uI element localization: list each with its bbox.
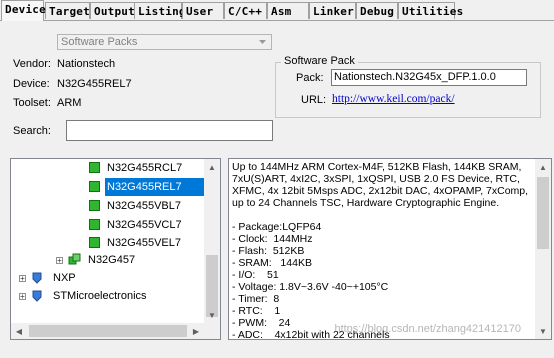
scroll-left-icon[interactable]: ◀ [11,323,27,339]
tab-debug[interactable]: Debug [356,2,398,19]
scroll-right-icon[interactable]: ▶ [188,323,204,339]
software-pack-title: Software Pack [281,55,358,67]
pack-value: Nationstech.N32G45x_DFP.1.0.0 [331,69,527,86]
scroll-down-icon[interactable]: ▼ [204,307,220,323]
tab-device[interactable]: Device [1,0,46,21]
chip-icon [89,219,100,230]
description-vertical-scrollbar[interactable]: ▲ ▼ [535,159,551,339]
chip-icon [89,237,100,248]
tab-c-cpp[interactable]: C/C++ [224,2,267,19]
chip-icon [89,181,100,192]
description-text: Up to 144MHz ARM Cortex-M4F, 512KB Flash… [232,161,534,339]
tree-node-label: N32G455REL7 [105,178,210,196]
spec-line: - Clock: 144MHz [232,233,313,245]
scroll-up-icon[interactable]: ▲ [204,159,220,175]
spec-line: - I/O: 51 [232,269,279,281]
expand-icon[interactable]: + [19,293,26,301]
device-database-select[interactable]: Software Packs [57,34,272,50]
tab-target[interactable]: Target [45,2,90,19]
tree-node-label: N32G457 [88,254,136,266]
tree-node-label: N32G455RCL7 [107,162,183,174]
tree-node-label: N32G455VEL7 [107,237,181,249]
tree-node-label: N32G455VCL7 [107,219,182,231]
spec-line: - SRAM: 144KB [232,257,312,269]
device-value: N32G455REL7 [57,78,132,90]
description-summary: Up to 144MHz ARM Cortex-M4F, 512KB Flash… [232,161,529,209]
device-description: Up to 144MHz ARM Cortex-M4F, 512KB Flash… [228,158,552,340]
tree-horizontal-scrollbar[interactable]: ◀ ▶ [11,323,204,339]
spec-line: - Flash: 512KB [232,245,305,257]
toolset-label: Toolset: [13,97,51,109]
device-label: Device: [13,78,50,90]
expand-icon[interactable]: + [19,275,26,283]
spec-line: - Package:LQFP64 [232,221,322,233]
watermark: https://blog.csdn.net/zhang421412170 [334,323,521,335]
expand-icon[interactable]: + [56,257,63,265]
tree-node-label: STMicroelectronics [53,290,147,302]
spec-line: - RTC: 1 [232,305,281,317]
chip-icon [89,162,100,173]
search-label: Search: [13,125,51,137]
toolset-value: ARM [57,97,82,109]
tree-node-label: NXP [53,272,76,284]
pack-label: Pack: [296,72,324,84]
vendor-value: Nationstech [57,58,116,70]
vendor-icon [32,290,42,308]
url-label: URL: [301,94,327,106]
search-input[interactable] [66,120,273,141]
pack-url-link[interactable]: http://www.keil.com/pack/ [332,93,455,105]
scroll-corner [204,323,220,339]
device-database-value: Software Packs [61,36,138,48]
tab-linker[interactable]: Linker [309,2,356,19]
vendor-icon [32,272,42,290]
scroll-thumb[interactable] [29,325,187,337]
chevron-down-icon[interactable] [255,36,270,48]
tree-node-label: N32G455VBL7 [107,200,181,212]
tab-user[interactable]: User [182,2,224,19]
scroll-up-icon[interactable]: ▲ [535,159,551,175]
spec-line: - Voltage: 1.8V~3.6V -40~+105°C [232,281,389,293]
tab-bar: Device Target Output Listing User C/C++ … [0,0,554,21]
tab-asm[interactable]: Asm [267,2,309,19]
scroll-down-icon[interactable]: ▼ [535,323,551,339]
tab-listing[interactable]: Listing [134,2,186,19]
spec-line: - Timer: 8 [232,293,280,305]
chip-icon [89,200,100,211]
device-tree[interactable]: N32G455RCL7 N32G455REL7 N32G455VBL7 N32G… [10,158,221,340]
tab-utilities[interactable]: Utilities [398,2,463,19]
chip-family-icon [68,253,82,267]
tree-vertical-scrollbar[interactable]: ▲ ▼ [204,159,220,323]
tab-output[interactable]: Output [90,2,136,19]
vendor-label: Vendor: [13,58,51,70]
scroll-thumb[interactable] [537,177,549,249]
